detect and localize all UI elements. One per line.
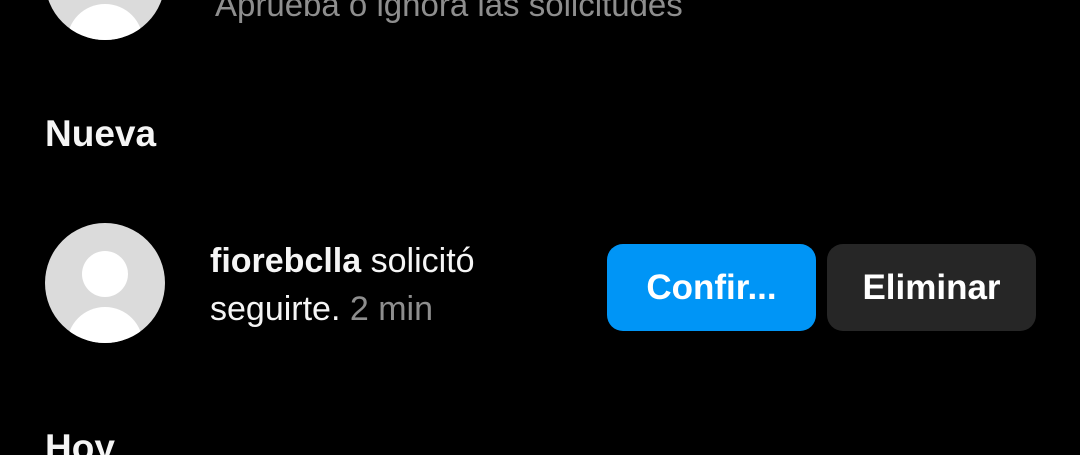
username-link[interactable]: fiorebclla: [210, 242, 361, 280]
confirm-button[interactable]: Confir...: [607, 244, 816, 331]
request-message-cont: seguirte.: [210, 290, 341, 328]
follow-requests-avatar[interactable]: [45, 0, 165, 40]
delete-button[interactable]: Eliminar: [827, 244, 1036, 331]
request-time: 2 min: [340, 290, 433, 328]
section-heading-new: Nueva: [45, 113, 157, 154]
avatar-placeholder-icon: [82, 251, 128, 297]
activity-page: Aprueba o ignora las solicitudes Nueva f…: [0, 0, 1080, 455]
section-heading-today: Hoy: [45, 427, 115, 455]
follow-requests-subtext[interactable]: Aprueba o ignora las solicitudes: [215, 0, 683, 24]
user-avatar[interactable]: [45, 223, 165, 343]
request-text: fiorebclla solicitó seguirte. 2 min: [210, 237, 580, 333]
request-message: solicitó: [361, 242, 475, 280]
